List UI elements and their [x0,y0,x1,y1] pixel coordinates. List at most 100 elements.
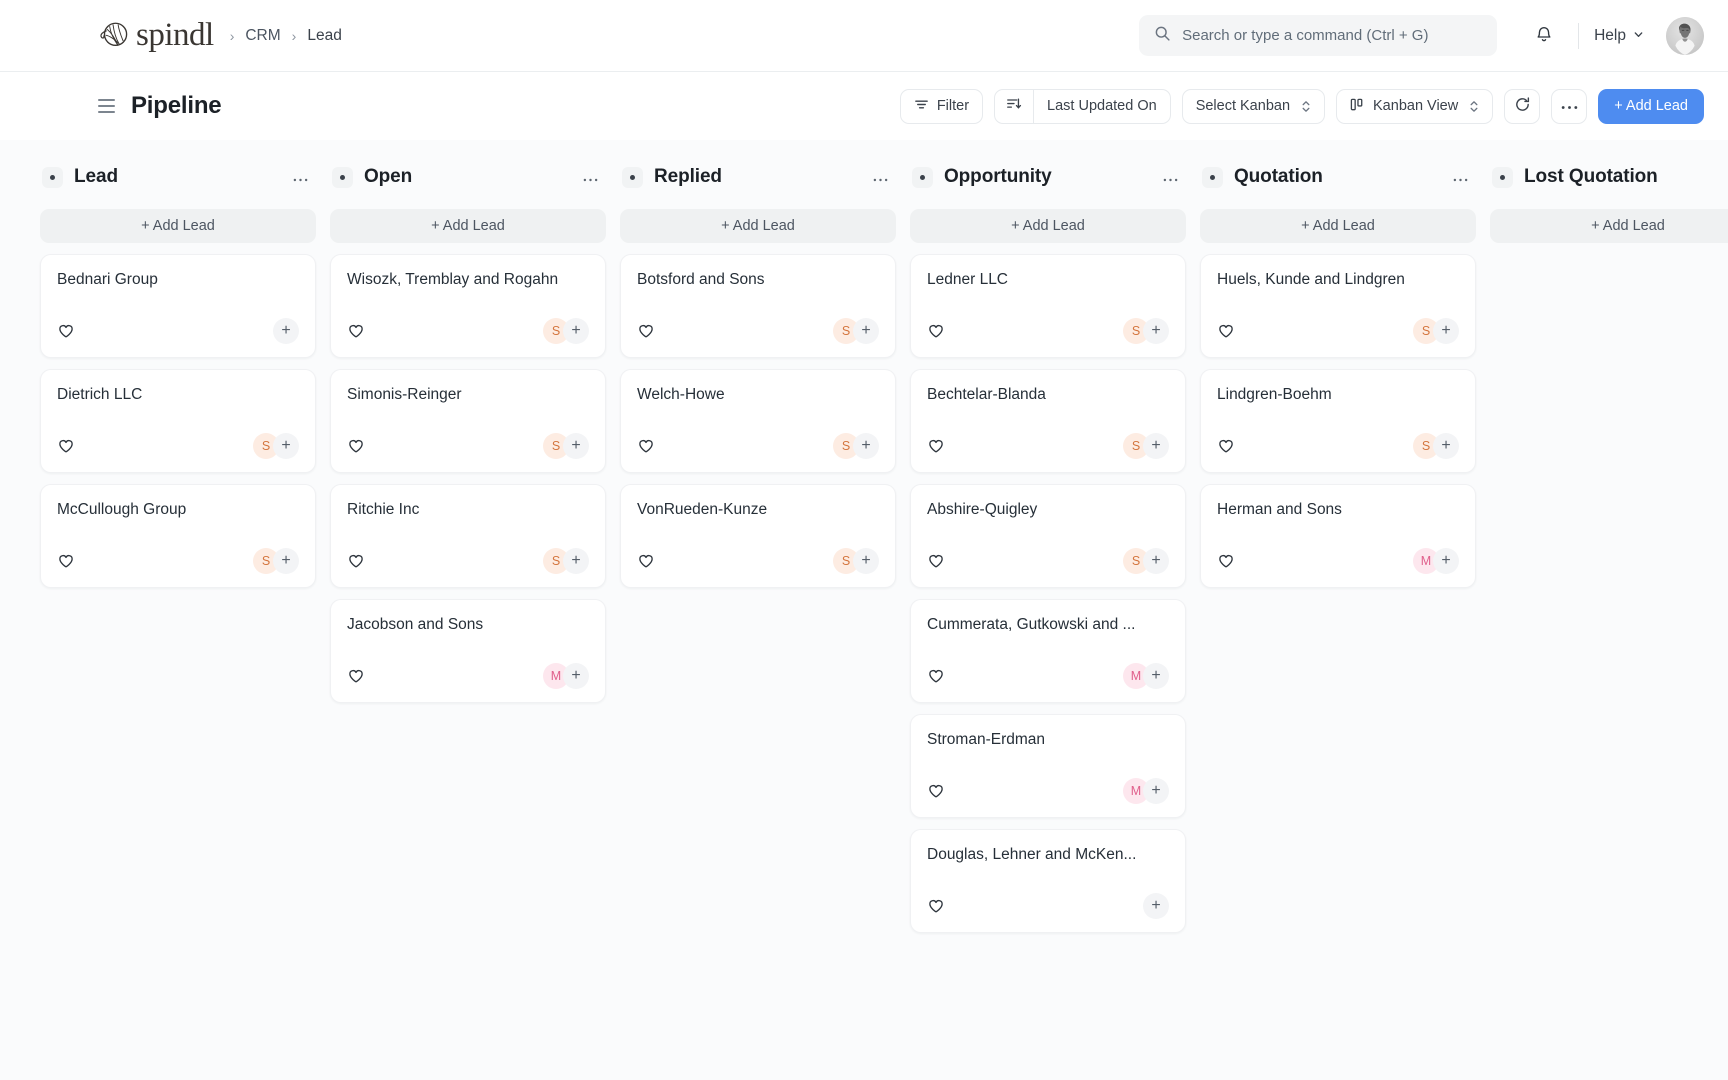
sort-field-button[interactable]: Last Updated On [1034,88,1171,124]
lead-card[interactable]: Abshire-Quigley S + [910,484,1186,588]
add-assignee-button[interactable]: + [1433,318,1459,344]
lead-card[interactable]: Ritchie Inc S + [330,484,606,588]
column-add-lead-button[interactable]: + Add Lead [40,209,316,243]
lead-card[interactable]: McCullough Group S + [40,484,316,588]
notifications-button[interactable] [1525,17,1563,55]
breadcrumb-item-crm[interactable]: CRM [245,27,280,45]
lead-card[interactable]: Bednari Group + [40,254,316,358]
lead-card-footer: S + [637,411,879,459]
more-options-button[interactable] [1551,88,1588,124]
lead-card[interactable]: Cummerata, Gutkowski and ... M + [910,599,1186,703]
lead-card-title: Huels, Kunde and Lindgren [1217,271,1405,288]
heart-icon[interactable] [637,552,655,570]
add-assignee-button[interactable]: + [563,433,589,459]
toolbar: Filter Last Updated On Select Kanban Kan… [899,88,1704,124]
lead-card-footer: M + [347,641,589,689]
lead-card-actions: M + [1123,778,1169,804]
heart-icon[interactable] [347,437,365,455]
heart-icon[interactable] [637,322,655,340]
refresh-button[interactable] [1504,88,1541,124]
heart-icon[interactable] [927,437,945,455]
heart-icon[interactable] [57,322,75,340]
column-add-lead-button[interactable]: + Add Lead [910,209,1186,243]
lead-card[interactable]: Lindgren-Boehm S + [1200,369,1476,473]
heart-icon[interactable] [927,552,945,570]
add-assignee-button[interactable]: + [1143,663,1169,689]
heart-icon[interactable] [927,897,945,915]
heart-icon[interactable] [927,782,945,800]
column-add-lead-button[interactable]: + Add Lead [620,209,896,243]
heart-icon[interactable] [347,322,365,340]
chevron-updown-icon [1301,99,1311,114]
avatar[interactable] [1666,16,1704,55]
add-lead-button[interactable]: + Add Lead [1598,88,1704,124]
card-list: Huels, Kunde and Lindgren S + Lindgren-Boeh… [1200,254,1476,588]
add-assignee-button[interactable]: + [1143,548,1169,574]
heart-icon[interactable] [927,667,945,685]
heart-icon[interactable] [57,552,75,570]
chevron-right-icon: › [229,27,235,44]
lead-card-footer: S + [347,411,589,459]
lead-card[interactable]: Douglas, Lehner and McKen... + [910,829,1186,933]
lead-card-title: Ledner LLC [927,271,1009,288]
add-assignee-button[interactable]: + [1143,318,1169,344]
heart-icon[interactable] [347,552,365,570]
lead-card[interactable]: Dietrich LLC S + [40,369,316,473]
column-more-icon[interactable] [293,172,308,182]
add-assignee-button[interactable]: + [273,433,299,459]
add-assignee-button[interactable]: + [563,318,589,344]
lead-card-title: Lindgren-Boehm [1217,386,1332,403]
lead-card[interactable]: Botsford and Sons S + [620,254,896,358]
heart-icon[interactable] [927,322,945,340]
lead-card[interactable]: Stroman-Erdman M + [910,714,1186,818]
navbar-right: Help [1139,15,1704,56]
sort-direction-button[interactable] [994,88,1035,124]
lead-card[interactable]: Welch-Howe S + [620,369,896,473]
lead-card[interactable]: Herman and Sons M + [1200,484,1476,588]
lead-card[interactable]: Simonis-Reinger S + [330,369,606,473]
help-button[interactable]: Help [1594,27,1644,45]
lead-card[interactable]: Huels, Kunde and Lindgren S + [1200,254,1476,358]
select-kanban-button[interactable]: Select Kanban [1181,88,1326,124]
brand[interactable]: spindl [96,19,214,53]
breadcrumb-item-lead[interactable]: Lead [307,27,341,45]
column-add-lead-button[interactable]: + Add Lead [1490,209,1728,243]
column-more-icon[interactable] [1163,172,1178,182]
add-assignee-button[interactable]: + [563,663,589,689]
lead-card-footer: S + [347,526,589,574]
add-assignee-button[interactable]: + [1433,433,1459,459]
add-assignee-button[interactable]: + [563,548,589,574]
add-assignee-button[interactable]: + [853,433,879,459]
add-assignee-button[interactable]: + [1143,778,1169,804]
search-input[interactable] [1182,27,1483,44]
column-more-icon[interactable] [583,172,598,182]
heart-icon[interactable] [637,437,655,455]
add-assignee-button[interactable]: + [273,548,299,574]
column-more-icon[interactable] [873,172,888,182]
heart-icon[interactable] [57,437,75,455]
hamburger-icon[interactable] [98,99,115,113]
search-box[interactable] [1139,15,1498,56]
add-assignee-button[interactable]: + [1143,433,1169,459]
add-assignee-button[interactable]: + [853,548,879,574]
column-more-icon[interactable] [1453,172,1468,182]
filter-button[interactable]: Filter [899,88,984,124]
kanban-view-button[interactable]: Kanban View [1336,88,1494,124]
column-add-lead-button[interactable]: + Add Lead [1200,209,1476,243]
heart-icon[interactable] [1217,552,1235,570]
lead-card[interactable]: Bechtelar-Blanda S + [910,369,1186,473]
add-assignee-button[interactable]: + [853,318,879,344]
lead-card[interactable]: VonRueden-Kunze S + [620,484,896,588]
kanban-column: Lost Quotation + Add Lead [1490,160,1728,1080]
add-assignee-button[interactable]: + [273,318,299,344]
add-assignee-button[interactable]: + [1143,893,1169,919]
heart-icon[interactable] [347,667,365,685]
lead-card[interactable]: Jacobson and Sons M + [330,599,606,703]
lead-card-title: Jacobson and Sons [347,616,484,633]
lead-card[interactable]: Wisozk, Tremblay and Rogahn S + [330,254,606,358]
column-add-lead-button[interactable]: + Add Lead [330,209,606,243]
heart-icon[interactable] [1217,437,1235,455]
add-assignee-button[interactable]: + [1433,548,1459,574]
lead-card[interactable]: Ledner LLC S + [910,254,1186,358]
heart-icon[interactable] [1217,322,1235,340]
